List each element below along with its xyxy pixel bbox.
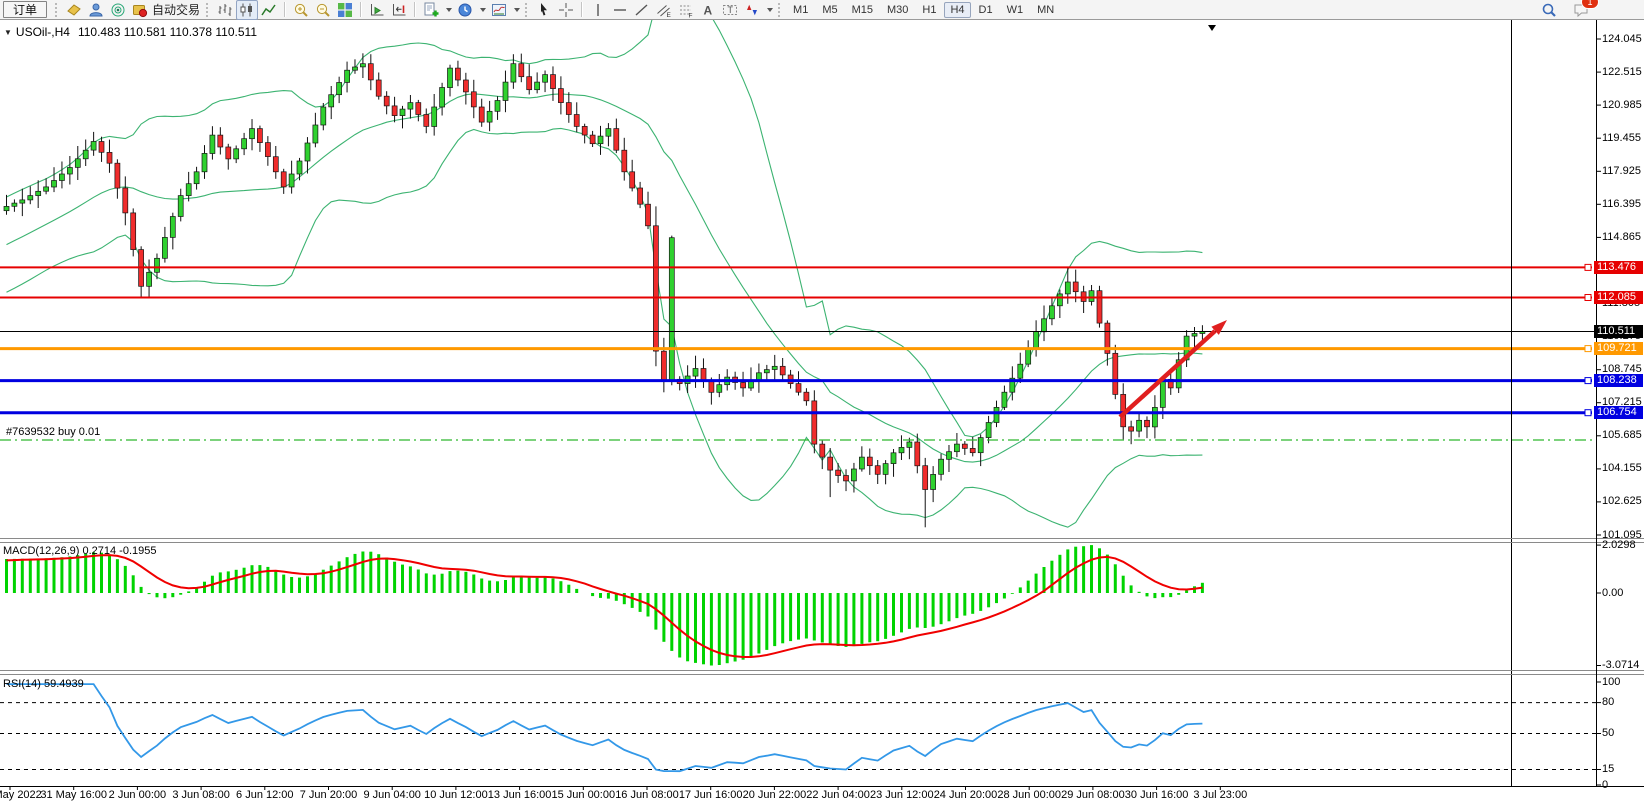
autotrade-label[interactable]: 自动交易 [152, 1, 200, 18]
cursor-icon[interactable] [533, 0, 555, 20]
timeframe-W1[interactable]: W1 [1001, 2, 1030, 18]
crosshair-icon[interactable] [555, 0, 577, 20]
timeframe-H1[interactable]: H1 [916, 2, 942, 18]
rsi-tick-label: 0 [1602, 779, 1608, 791]
tile-windows-icon[interactable] [334, 0, 356, 20]
price-tick-label: 119.455 [1602, 132, 1641, 144]
macd-indicator-label: MACD(12,26,9) 0.2714 -0.1955 [3, 545, 156, 557]
price-tick-label: 114.865 [1602, 231, 1641, 243]
line-chart-icon[interactable] [258, 0, 280, 20]
macd-tick-label: 0.00 [1602, 587, 1623, 599]
toolbar-separator [360, 2, 362, 17]
chart-ohlc-values: 110.483 110.581 110.378 110.511 [78, 25, 257, 39]
search-icon[interactable] [1538, 0, 1560, 20]
time-tick-label: 3 Jul 23:00 [1175, 789, 1265, 801]
chart-collapse-icon[interactable]: ▼ [4, 28, 12, 37]
timeframe-MN[interactable]: MN [1031, 2, 1060, 18]
dropdown-caret-icon[interactable] [767, 8, 773, 12]
trendline-icon[interactable] [631, 0, 653, 20]
price-level-badge: 113.476 [1594, 261, 1643, 274]
svg-text:F: F [689, 12, 693, 18]
toolbar-grip [525, 3, 530, 17]
chat-icon[interactable]: 1 [1570, 0, 1592, 20]
new-order-icon[interactable] [63, 0, 85, 20]
period-icon[interactable] [454, 0, 476, 20]
rsi-indicator-label: RSI(14) 59.4939 [3, 678, 84, 690]
price-level-badge: 106.754 [1594, 406, 1643, 419]
price-level-badge: 112.085 [1594, 291, 1643, 304]
price-tick-label: 124.045 [1602, 33, 1642, 45]
chart-title: ▼ USOil-,H4 110.483 110.581 110.378 110.51… [4, 25, 257, 39]
price-tick-label: 102.625 [1602, 495, 1642, 507]
rsi-tick-label: 50 [1602, 727, 1614, 739]
toolbar-separator [581, 2, 583, 17]
market-watch-icon[interactable] [85, 0, 107, 20]
price-tick-label: 122.515 [1602, 66, 1642, 78]
timeframe-H4[interactable]: H4 [944, 2, 970, 18]
text-label-icon[interactable]: T [719, 0, 741, 20]
new-chart-icon[interactable] [420, 0, 442, 20]
arrows-icon[interactable] [741, 0, 763, 20]
fibonacci-icon[interactable]: F [675, 0, 697, 20]
bar-chart-icon[interactable] [214, 0, 236, 20]
toolbar-separator [414, 2, 416, 17]
horizontal-line-icon[interactable] [609, 0, 631, 20]
channel-icon[interactable]: E [653, 0, 675, 20]
toolbar-separator [284, 2, 286, 17]
auto-scroll-icon[interactable] [366, 0, 388, 20]
price-tick-label: 105.685 [1602, 429, 1642, 441]
dropdown-caret-icon[interactable] [446, 8, 452, 12]
toolbar-grip [206, 3, 211, 17]
dropdown-caret-icon[interactable] [480, 8, 486, 12]
signals-icon[interactable] [107, 0, 129, 20]
chart-symbol-period: USOil-,H4 [16, 25, 70, 39]
toolbar-grip [55, 3, 60, 17]
macd-tick-label: 2.0298 [1602, 539, 1636, 551]
candlestick-chart-icon[interactable] [236, 0, 258, 20]
price-tick-label: 104.155 [1602, 462, 1642, 474]
svg-text:T: T [728, 5, 734, 15]
orders-button[interactable]: 订单 [3, 1, 47, 18]
toolbar-grip [778, 3, 783, 17]
timeframe-D1[interactable]: D1 [973, 2, 999, 18]
chart-shift-icon[interactable] [388, 0, 410, 20]
zoom-in-icon[interactable] [290, 0, 312, 20]
text-icon[interactable]: A [697, 0, 719, 20]
price-level-badge: 109.721 [1594, 342, 1643, 355]
rsi-tick-label: 80 [1602, 696, 1614, 708]
macd-tick-label: -3.0714 [1602, 659, 1639, 671]
price-tick-label: 120.985 [1602, 99, 1642, 111]
notification-badge: 1 [1581, 0, 1599, 9]
svg-text:A: A [704, 3, 713, 17]
zoom-out-icon[interactable] [312, 0, 334, 20]
template-icon[interactable] [488, 0, 510, 20]
vertical-line-icon[interactable] [587, 0, 609, 20]
timeframe-M1[interactable]: M1 [787, 2, 814, 18]
autotrade-icon[interactable] [129, 0, 151, 20]
timeframe-M5[interactable]: M5 [816, 2, 843, 18]
price-tick-label: 117.925 [1602, 165, 1641, 177]
price-level-badge: 110.511 [1594, 325, 1643, 338]
order-line-label: #7639532 buy 0.01 [6, 426, 100, 438]
rsi-tick-label: 100 [1602, 676, 1620, 688]
dropdown-caret-icon[interactable] [514, 8, 520, 12]
price-tick-label: 116.395 [1602, 198, 1641, 210]
timeframe-M15[interactable]: M15 [846, 2, 879, 18]
timeframe-M30[interactable]: M30 [881, 2, 914, 18]
rsi-tick-label: 15 [1602, 763, 1614, 775]
chart-canvas[interactable] [0, 0, 1644, 812]
price-level-badge: 108.238 [1594, 374, 1643, 387]
toolbar: 订单 自动交易 E F A T M1M5M15M30H1H4D1W1MN 1 [0, 0, 1644, 20]
svg-text:E: E [667, 12, 672, 18]
